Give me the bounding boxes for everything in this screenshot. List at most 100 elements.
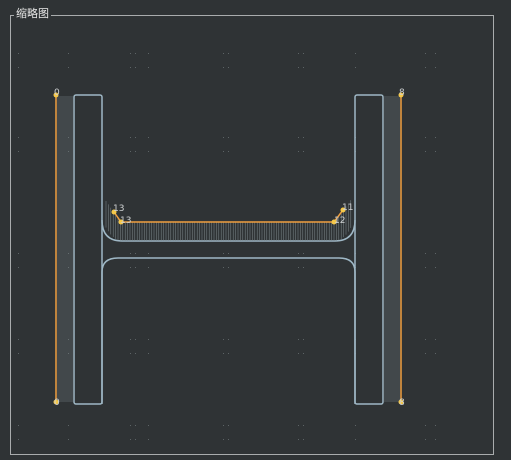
- grid-dot: [148, 137, 149, 138]
- grid-dot: [148, 353, 149, 354]
- grid-dot: [435, 267, 436, 268]
- grid-dot: [425, 339, 426, 340]
- grid-dot: [223, 253, 224, 254]
- grid-dot: [223, 53, 224, 54]
- grid-dot: [223, 267, 224, 268]
- grid-dot: [435, 67, 436, 68]
- grid-dot: [135, 339, 136, 340]
- grid-dot: [303, 339, 304, 340]
- grid-dot: [425, 353, 426, 354]
- grid-dot: [130, 353, 131, 354]
- left-hatch: [57, 96, 74, 402]
- grid-dot: [425, 151, 426, 152]
- grid-dot: [148, 425, 149, 426]
- h-web-lower-edge: [101, 257, 356, 404]
- grid-dot: [148, 67, 149, 68]
- grid-dot: [303, 439, 304, 440]
- grid-dot: [303, 67, 304, 68]
- grid-dot: [425, 425, 426, 426]
- grid-dot: [303, 253, 304, 254]
- grid-dot: [298, 53, 299, 54]
- grid-dot: [130, 439, 131, 440]
- grid-dot: [130, 253, 131, 254]
- point-label: 8: [399, 88, 405, 98]
- grid-dot: [425, 253, 426, 254]
- grid-dot: [18, 353, 19, 354]
- grid-dot: [298, 267, 299, 268]
- grid-dot: [303, 137, 304, 138]
- grid-dot: [298, 425, 299, 426]
- grid-dot: [68, 67, 69, 68]
- grid-dot: [135, 353, 136, 354]
- grid-dot: [435, 151, 436, 152]
- grid-dot: [425, 67, 426, 68]
- grid-dot: [130, 267, 131, 268]
- grid-dot: [18, 439, 19, 440]
- path-web: [113, 209, 344, 223]
- grid-dot: [298, 353, 299, 354]
- grid-dot: [223, 137, 224, 138]
- grid-dot: [298, 439, 299, 440]
- grid-dot: [135, 53, 136, 54]
- grid-dot: [228, 137, 229, 138]
- grid-dot: [298, 151, 299, 152]
- grid-dot: [68, 53, 69, 54]
- point-label: 13: [113, 204, 124, 214]
- grid-dot: [148, 339, 149, 340]
- path-points: [53, 92, 404, 405]
- grid-dot: [135, 137, 136, 138]
- grid-dot: [130, 339, 131, 340]
- grid-dot: [130, 53, 131, 54]
- grid-dot: [148, 267, 149, 268]
- h-shape: [73, 94, 384, 405]
- panel-title: 缩略图: [14, 7, 51, 21]
- grid-dot: [148, 53, 149, 54]
- grid-dot: [228, 67, 229, 68]
- point-label: 8: [399, 398, 405, 408]
- thumbnail-canvas[interactable]: 0 0 8 8 13 13 11 12: [10, 15, 494, 455]
- grid-dot: [425, 137, 426, 138]
- grid-dot: [148, 253, 149, 254]
- point-label: 0: [54, 398, 60, 408]
- grid-dot: [355, 425, 356, 426]
- grid-dot: [303, 151, 304, 152]
- grid-dot: [18, 53, 19, 54]
- point-label: 0: [54, 88, 60, 98]
- point-labels: 0 0 8 8 13 13 11 12: [54, 88, 405, 408]
- grid-dot: [135, 67, 136, 68]
- grid-dot: [303, 425, 304, 426]
- grid-dot: [303, 353, 304, 354]
- grid-dot: [355, 53, 356, 54]
- grid-dot: [135, 267, 136, 268]
- grid-dot: [135, 151, 136, 152]
- grid-dot: [425, 267, 426, 268]
- grid-dot: [135, 253, 136, 254]
- web-hatch: [105, 200, 352, 241]
- grid-dot: [223, 67, 224, 68]
- grid-dot: [18, 267, 19, 268]
- grid-dot: [18, 151, 19, 152]
- grid-dot: [298, 137, 299, 138]
- grid-dot: [303, 267, 304, 268]
- grid-dot: [223, 151, 224, 152]
- grid-dot: [130, 425, 131, 426]
- point-label: 12: [334, 216, 345, 226]
- grid-dot: [135, 439, 136, 440]
- grid-dot: [435, 353, 436, 354]
- point-label: 13: [120, 216, 131, 226]
- grid-dot: [148, 151, 149, 152]
- grid-dot: [425, 439, 426, 440]
- grid-dot: [435, 53, 436, 54]
- grid-dot: [228, 439, 229, 440]
- grid-dot: [135, 425, 136, 426]
- grid-dot: [298, 339, 299, 340]
- grid-dot: [223, 425, 224, 426]
- tool-path: [55, 95, 402, 402]
- grid-dot: [223, 339, 224, 340]
- grid-dot: [148, 439, 149, 440]
- grid-dot: [18, 67, 19, 68]
- grid-dot: [435, 339, 436, 340]
- grid-dot: [18, 137, 19, 138]
- grid-dot: [228, 53, 229, 54]
- grid-dot: [228, 267, 229, 268]
